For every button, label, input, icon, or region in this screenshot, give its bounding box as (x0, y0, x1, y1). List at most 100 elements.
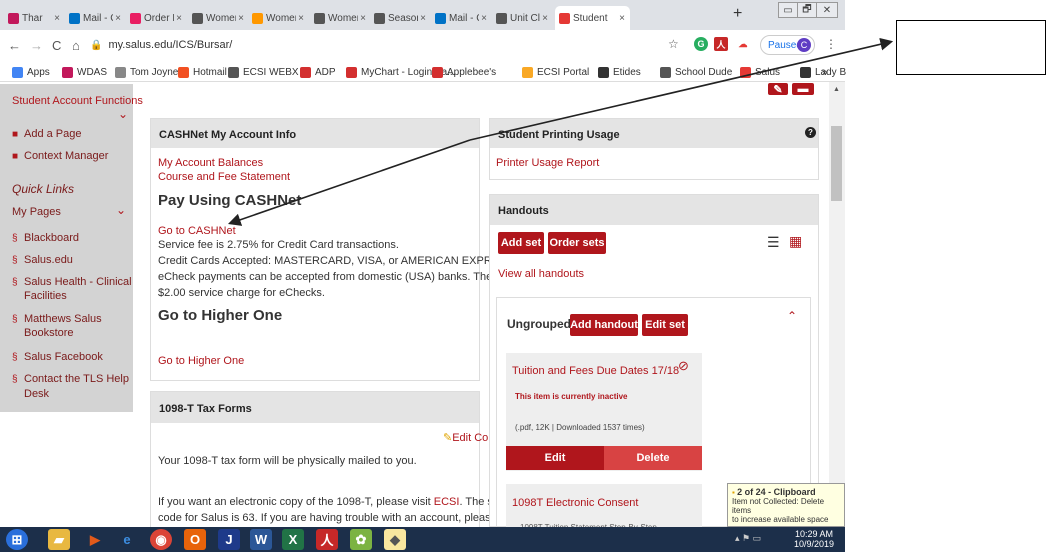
word-icon[interactable]: W (250, 529, 272, 550)
address-bar[interactable]: 🔒 my.salus.edu/ICS/Bursar/ (90, 34, 650, 56)
tab-9[interactable]: Student × (555, 6, 630, 30)
handout-2-title-link[interactable]: 1098T Electronic Consent (512, 497, 638, 509)
sidebar-title[interactable]: Student Account Functions (12, 95, 143, 107)
back-arrow-icon[interactable]: ← (8, 38, 21, 53)
tab-5[interactable]: Women× (310, 6, 371, 30)
edit-button[interactable]: Edit (506, 446, 604, 470)
internet-explorer-icon[interactable]: e (116, 529, 138, 550)
bookmark-10[interactable]: School Dude (660, 65, 732, 79)
sidebar-link-8[interactable]: Desk (12, 388, 49, 400)
star-bookmark-icon[interactable]: ☆ (668, 37, 679, 51)
tab-8[interactable]: Unit Cle× (492, 6, 553, 30)
tray-icons[interactable]: ▴ ⚑ ▭ (735, 533, 761, 544)
my-pages-chevron-icon[interactable]: ⌄ (116, 203, 126, 217)
tab-close-icon[interactable]: × (542, 13, 548, 24)
go-to-higher-one-link[interactable]: Go to Higher One (158, 355, 244, 367)
excel-icon[interactable]: X (282, 529, 304, 550)
bookmark-4[interactable]: ECSI WEBX (228, 65, 299, 79)
sidebar-link-6[interactable]: § Salus Facebook (12, 351, 103, 363)
add-handout-button[interactable]: Add handout (570, 314, 638, 336)
grammarly-icon[interactable]: G (694, 37, 708, 51)
sidebar-link-0[interactable]: § Blackboard (12, 232, 79, 244)
bookmark-1[interactable]: WDAS (62, 65, 107, 79)
add-set-button[interactable]: Add set (498, 232, 544, 254)
scroll-up-icon[interactable]: ▲ (833, 86, 840, 93)
page-options-icon[interactable]: ▬ (792, 83, 814, 95)
cloud-extension-icon[interactable]: ☁ (736, 37, 750, 51)
sidebar-link-2[interactable]: § Salus Health - Clinical (12, 276, 132, 288)
bookmark-5[interactable]: ADP (300, 65, 336, 79)
go-to-cashnet-link[interactable]: Go to CASHNet (158, 225, 236, 237)
close-window-button[interactable]: ✕ (816, 2, 838, 18)
account-balances-link[interactable]: My Account Balances (158, 157, 263, 169)
start-button[interactable]: ⊞ (6, 529, 28, 550)
tab-3[interactable]: Women× (188, 6, 249, 30)
grid-view-icon[interactable]: ▦ (789, 233, 802, 250)
office-icon[interactable]: O (184, 529, 206, 550)
new-tab-button[interactable]: + (733, 5, 742, 23)
view-all-handouts-link[interactable]: View all handouts (498, 268, 584, 280)
home-icon[interactable]: ⌂ (72, 38, 80, 53)
tab-close-icon[interactable]: × (54, 13, 60, 24)
acrobat-icon[interactable]: 人 (316, 529, 338, 550)
collapse-chevron-icon[interactable]: ⌃ (787, 309, 797, 323)
tab-close-icon[interactable]: × (298, 13, 304, 24)
forward-arrow-icon[interactable]: → (30, 38, 43, 53)
tab-2[interactable]: Order H× (126, 6, 187, 30)
bookmark-3[interactable]: Hotmail (178, 65, 227, 79)
paint-icon[interactable]: ✿ (350, 529, 372, 550)
bookmark-13[interactable]: » (822, 65, 828, 79)
sidebar-item-my-pages[interactable]: My Pages (12, 206, 61, 218)
edit-set-button[interactable]: Edit set (642, 314, 688, 336)
minimize-button[interactable]: ▭ (778, 2, 798, 18)
bookmark-8[interactable]: ECSI Portal (522, 65, 589, 79)
sidebar-item-add-page[interactable]: ■ Add a Page (12, 128, 82, 140)
sidebar-link-1[interactable]: § Salus.edu (12, 254, 73, 266)
printer-usage-link[interactable]: Printer Usage Report (496, 157, 599, 169)
list-view-icon[interactable]: ☰ (767, 234, 780, 251)
tab-close-icon[interactable]: × (619, 13, 625, 24)
help-icon[interactable]: ? (805, 127, 816, 138)
pdf-extension-icon[interactable]: 人 (714, 37, 728, 51)
tab-close-icon[interactable]: × (115, 13, 121, 24)
clock[interactable]: 10:29 AM 10/9/2019 (790, 529, 838, 549)
bookmark-0[interactable]: Apps (12, 65, 50, 79)
sidebar-link-7[interactable]: § Contact the TLS Help (12, 373, 129, 385)
tab-close-icon[interactable]: × (481, 13, 487, 24)
bookmark-11[interactable]: Salus (740, 65, 780, 79)
sidebar-item-context-manager[interactable]: ■ Context Manager (12, 150, 108, 162)
reload-icon[interactable]: C (52, 38, 61, 53)
menu-icon[interactable]: ⋮ (825, 37, 837, 51)
hidden-eye-icon[interactable]: ⊘ (678, 358, 689, 374)
chevron-down-icon[interactable]: ⌄ (118, 107, 128, 121)
ecsi-link[interactable]: ECSI (434, 496, 460, 508)
order-sets-button[interactable]: Order sets (548, 232, 606, 254)
scrollbar-thumb[interactable] (831, 126, 842, 201)
edit-page-icon[interactable]: ✎ (768, 83, 788, 96)
tab-close-icon[interactable]: × (238, 13, 244, 24)
bookmark-2[interactable]: Tom Joyner (115, 65, 182, 79)
tab-7[interactable]: Mail - C× (431, 6, 492, 30)
bookmark-9[interactable]: Etides (598, 65, 641, 79)
profile-paused-button[interactable]: Paused C (760, 35, 815, 55)
tab-0[interactable]: Thar × (4, 6, 65, 30)
tab-4[interactable]: Women× (248, 6, 309, 30)
fee-statement-link[interactable]: Course and Fee Statement (158, 171, 290, 183)
sidebar-link-3[interactable]: Facilities (12, 290, 67, 302)
chrome-icon[interactable]: ◉ (150, 529, 172, 550)
media-player-icon[interactable]: ▶ (84, 529, 106, 550)
tab-6[interactable]: Season× (370, 6, 431, 30)
tab-close-icon[interactable]: × (360, 13, 366, 24)
bookmark-7[interactable]: Applebee's (432, 65, 496, 79)
tab-close-icon[interactable]: × (420, 13, 426, 24)
file-explorer-icon[interactable]: ▰ (48, 529, 70, 550)
delete-button[interactable]: Delete (604, 446, 702, 470)
tab-1[interactable]: Mail - C× (65, 6, 126, 30)
sticky-notes-icon[interactable]: ◆ (384, 529, 406, 550)
sidebar-link-4[interactable]: § Matthews Salus (12, 313, 102, 325)
app-j-icon[interactable]: J (218, 529, 240, 550)
maximize-button[interactable]: 🗗 (797, 2, 817, 18)
handout-title-link[interactable]: Tuition and Fees Due Dates 17/18 (512, 365, 679, 377)
tab-close-icon[interactable]: × (176, 13, 182, 24)
sidebar-link-5[interactable]: Bookstore (12, 327, 74, 339)
